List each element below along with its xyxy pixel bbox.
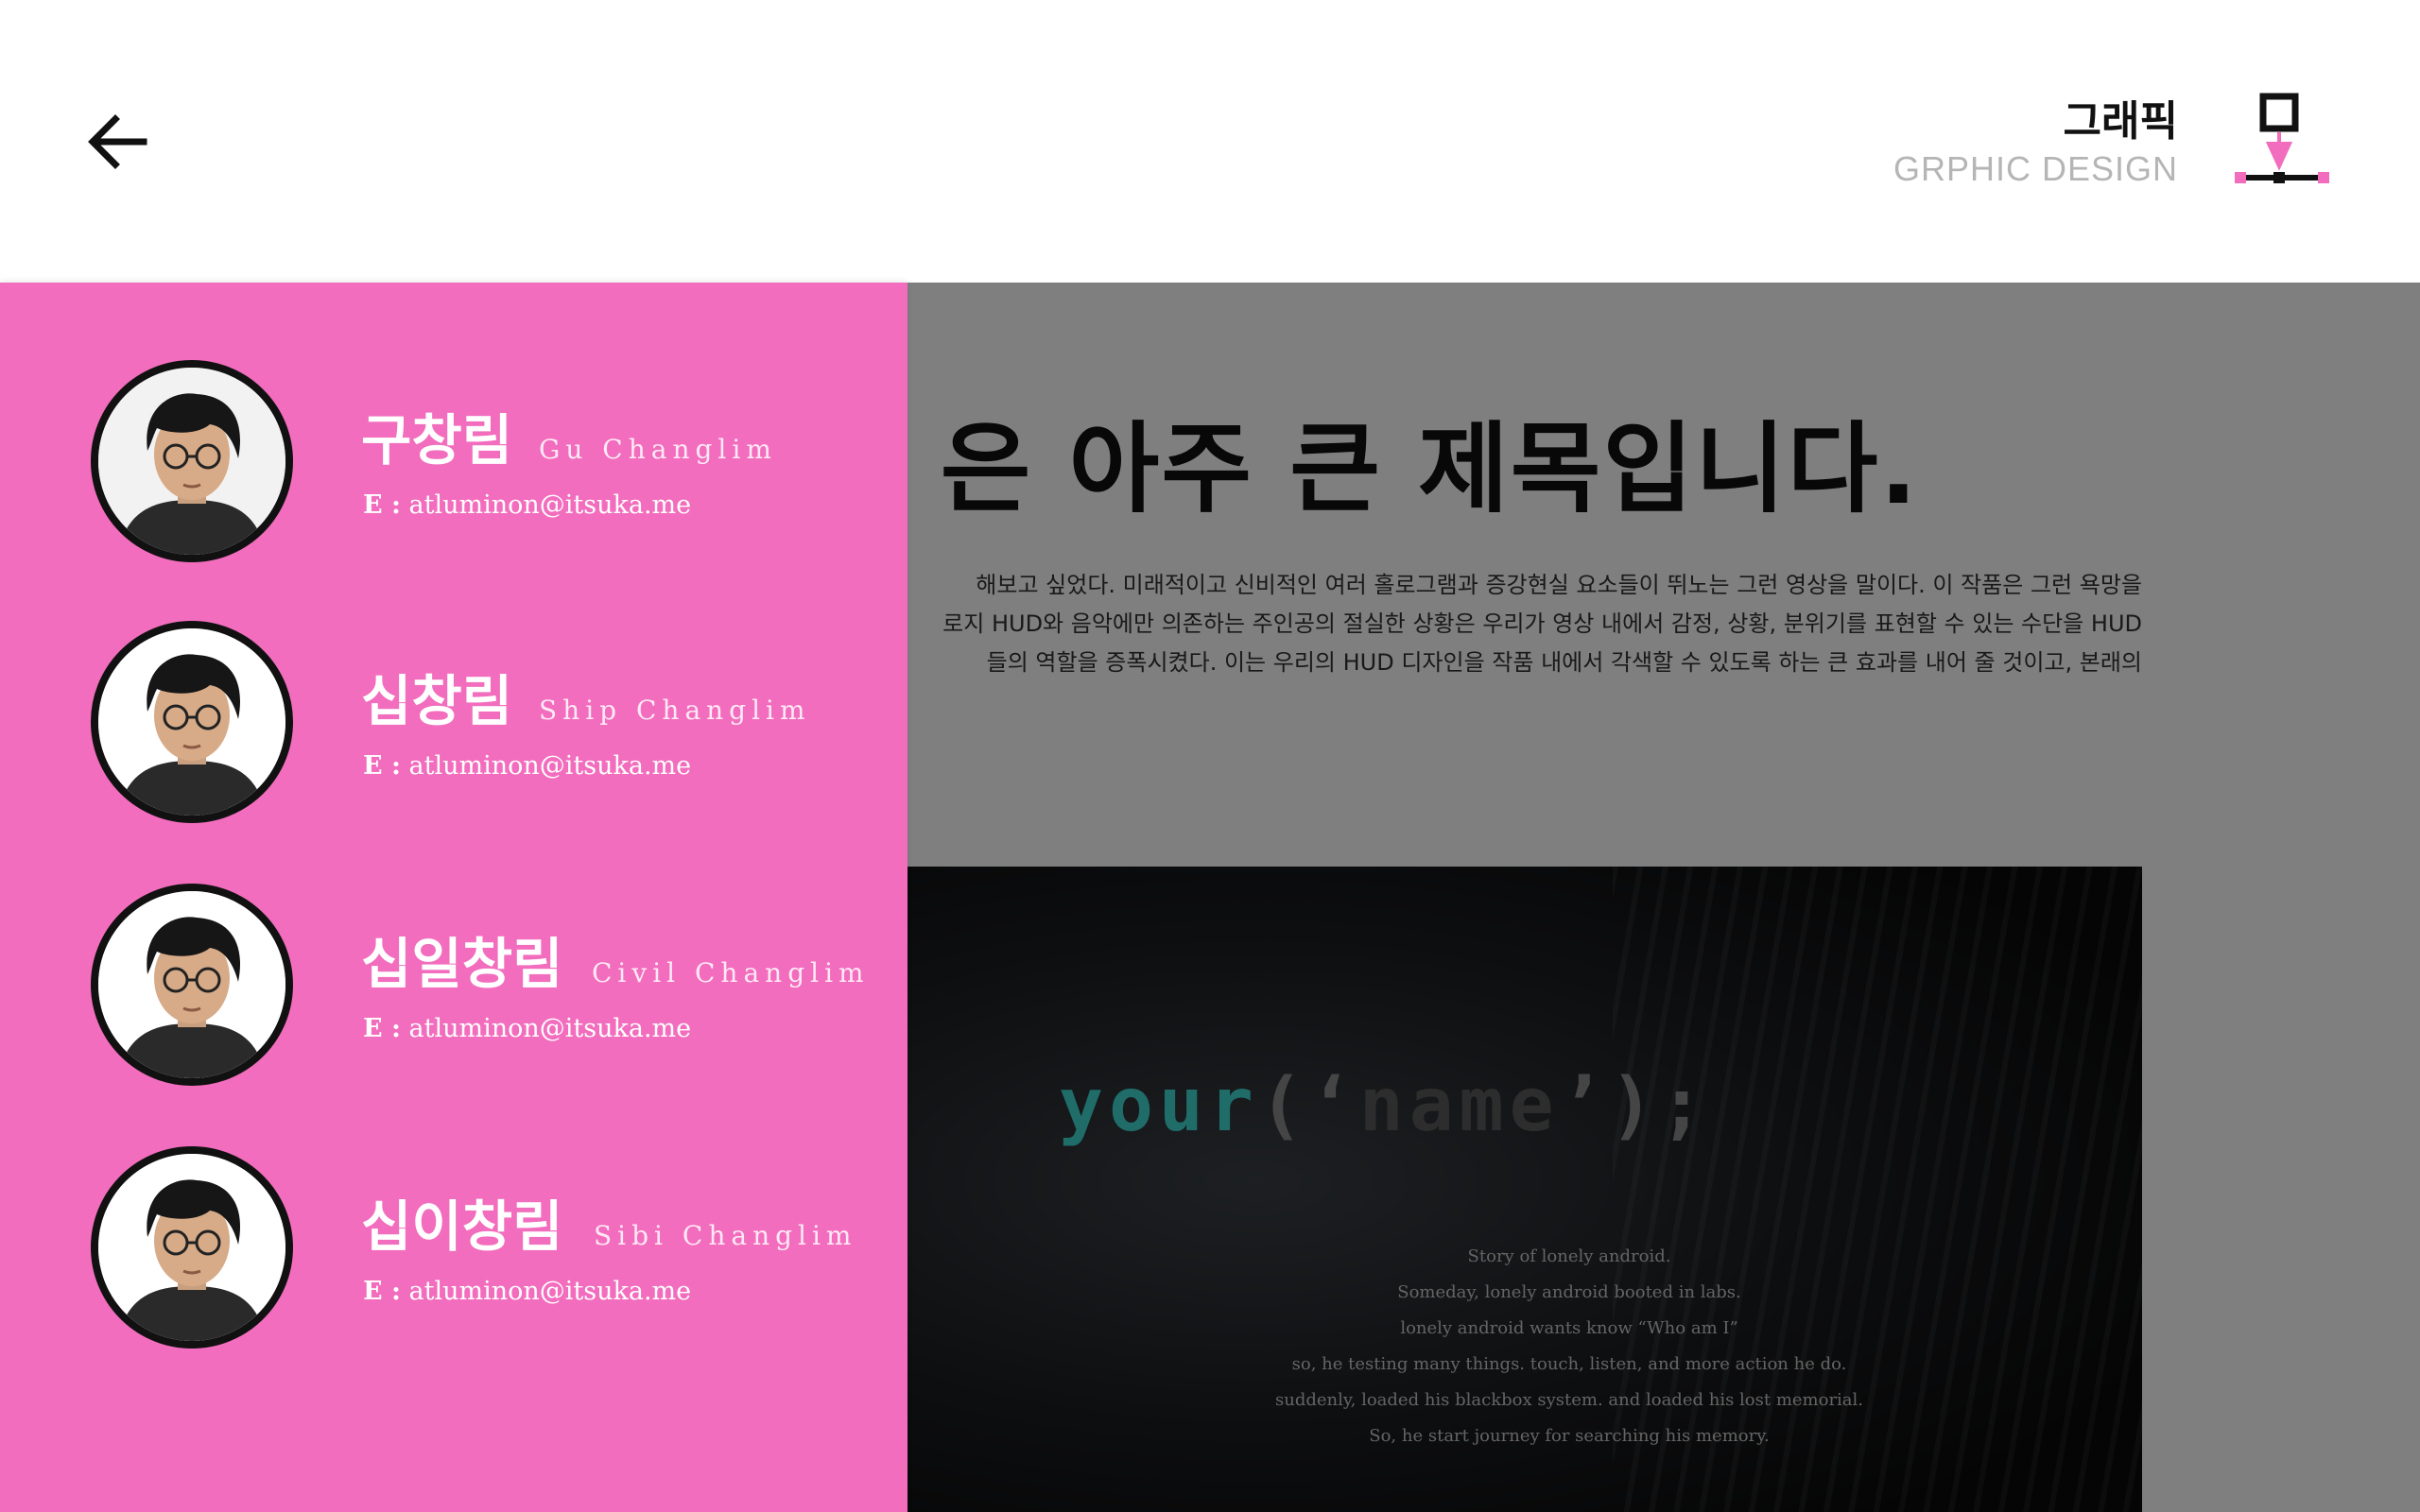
avatar-portrait-icon [98, 1154, 285, 1341]
email-label: E : [363, 1277, 401, 1306]
email-link[interactable]: atluminon@itsuka.me [409, 1014, 692, 1043]
profile-name-korean: 십이창림 [361, 1194, 563, 1259]
profile-name-english: Sibi Changlim [594, 1220, 857, 1251]
profile-name-english: Ship Changlim [539, 695, 811, 726]
pen-tool-icon [2235, 93, 2329, 183]
profile-card: 십일창림 Civil Changlim E : atluminon@itsuka… [0, 884, 908, 1101]
avatar[interactable] [91, 884, 293, 1086]
email-link[interactable]: atluminon@itsuka.me [409, 490, 692, 520]
category-subtitle: GRPHIC DESIGN [1893, 149, 2178, 188]
profile-name-korean: 십일창림 [361, 932, 563, 996]
profile-name-english: Gu Changlim [539, 434, 777, 465]
top-header: 그래픽 GRPHIC DESIGN [0, 0, 2420, 283]
email-link[interactable]: atluminon@itsuka.me [409, 751, 692, 781]
profile-drawer: 구창림 Gu Changlim E : atluminon@itsuka.me … [0, 283, 908, 1512]
email-label: E : [363, 751, 401, 781]
profile-email: E : atluminon@itsuka.me [363, 490, 691, 520]
profile-name-english: Civil Changlim [592, 957, 870, 988]
avatar[interactable] [91, 360, 293, 562]
back-button[interactable] [83, 104, 159, 180]
profile-card: 십창림 Ship Changlim E : atluminon@itsuka.m… [0, 621, 908, 838]
avatar-portrait-icon [98, 368, 285, 555]
category-title: 그래픽 [2063, 97, 2178, 146]
profile-email: E : atluminon@itsuka.me [363, 1277, 691, 1306]
email-label: E : [363, 490, 401, 520]
profile-name-korean: 십창림 [361, 669, 513, 733]
avatar[interactable] [91, 1146, 293, 1349]
arrow-left-icon [88, 114, 147, 169]
profile-card: 십이창림 Sibi Changlim E : atluminon@itsuka.… [0, 1146, 908, 1364]
email-link[interactable]: atluminon@itsuka.me [409, 1277, 692, 1306]
profile-name-korean: 구창림 [361, 408, 513, 472]
email-label: E : [363, 1014, 401, 1043]
avatar-portrait-icon [98, 891, 285, 1078]
avatar-portrait-icon [98, 628, 285, 816]
profile-email: E : atluminon@itsuka.me [363, 1014, 691, 1043]
profile-card: 구창림 Gu Changlim E : atluminon@itsuka.me [0, 360, 908, 577]
profile-email: E : atluminon@itsuka.me [363, 751, 691, 781]
avatar[interactable] [91, 621, 293, 823]
